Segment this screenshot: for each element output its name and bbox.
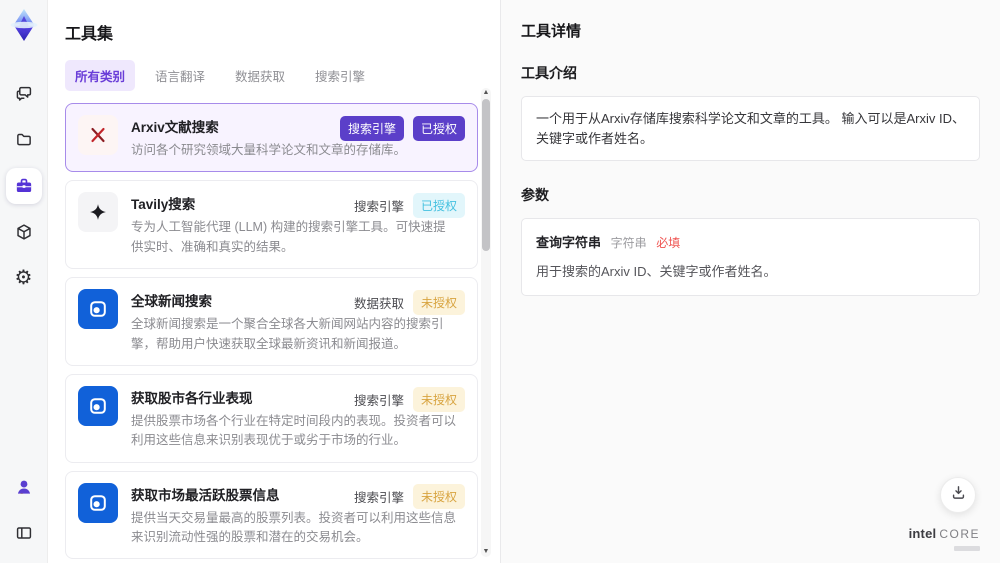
status-badge: 未授权	[412, 386, 465, 412]
blue-search-icon	[78, 385, 118, 426]
cube-icon	[13, 221, 35, 243]
tool-card[interactable]: Arxiv文献搜索 访问各个研究领域大量科学论文和文章的存储库。 搜索引擎 已授权	[65, 103, 478, 173]
param-box: 查询字符串 字符串 必填 用于搜索的Arxiv ID、关键字或作者姓名。	[521, 218, 980, 296]
sidebar-item-files[interactable]	[6, 122, 42, 158]
sidebar-item-settings[interactable]: ⚙	[6, 260, 42, 296]
tool-icon	[78, 289, 118, 330]
collapse-panel-icon	[13, 522, 35, 544]
scroll-up-icon[interactable]: ▲	[481, 89, 491, 97]
gear-icon: ⚙	[14, 267, 33, 289]
list-scrollbar[interactable]: ▲ ▼	[481, 88, 491, 557]
tool-icon	[78, 482, 118, 523]
download-button[interactable]	[940, 477, 976, 513]
tool-detail-panel: 工具详情 工具介绍 一个用于从Arxiv存储库搜索科学论文和文章的工具。 输入可…	[500, 0, 1000, 563]
blue-search-icon	[78, 289, 118, 330]
tool-cards: Arxiv文献搜索 访问各个研究领域大量科学论文和文章的存储库。 搜索引擎 已授权…	[65, 103, 478, 563]
status-badge: 已授权	[412, 193, 465, 219]
toolbox-icon	[13, 175, 35, 197]
tool-description: 访问各个研究领域大量科学论文和文章的存储库。	[131, 143, 407, 157]
download-icon	[949, 483, 968, 507]
arxiv-icon	[78, 115, 118, 155]
param-type: 字符串	[610, 236, 647, 250]
sidebar-item-toolbox[interactable]	[5, 168, 42, 204]
scrollbar-thumb[interactable]	[482, 99, 490, 251]
tool-description: 提供当天交易量最高的股票列表。投资者可以利用这些信息来识别流动性强的股票和潜在的…	[131, 510, 457, 544]
param-required-badge: 必填	[656, 236, 681, 250]
category-label: 数据获取	[353, 297, 404, 312]
intro-heading: 工具介绍	[521, 65, 577, 81]
tool-card[interactable]: 获取股市各行业表现 提供股票市场各个行业在特定时间段内的表现。投资者可以利用这些…	[65, 373, 478, 463]
app-logo	[7, 8, 41, 42]
sidebar-item-collapse[interactable]	[6, 515, 42, 551]
sidebar-item-packages[interactable]	[6, 214, 42, 250]
status-badge: 未授权	[412, 483, 465, 509]
category-label: 搜索引擎	[353, 490, 404, 505]
page-title: 工具集	[65, 26, 114, 43]
folder-icon	[13, 129, 35, 151]
param-head: 查询字符串 字符串 必填	[536, 233, 965, 253]
sidebar-item-account[interactable]	[6, 469, 42, 505]
blue-search-icon	[78, 482, 118, 523]
sidebar-rail: ⚙	[0, 0, 48, 563]
tool-icon	[78, 115, 118, 155]
tab-0[interactable]: 所有类别	[65, 60, 136, 91]
status-badge: 未授权	[412, 290, 465, 316]
tool-badges: 搜索引擎 未授权	[353, 386, 465, 412]
tool-badges: 搜索引擎 已授权	[339, 116, 465, 141]
intel-core-sub-badge	[954, 546, 980, 551]
tool-description: 提供股票市场各个行业在特定时间段内的表现。投资者可以利用这些信息来识别表现优于或…	[131, 413, 457, 448]
tab-3[interactable]: 搜索引擎	[305, 60, 375, 91]
tool-card[interactable]: Tavily搜索 专为人工智能代理 (LLM) 构建的搜索引擎工具。可快速提供实…	[65, 180, 478, 270]
intro-box: 一个用于从Arxiv存储库搜索科学论文和文章的工具。 输入可以是Arxiv ID…	[521, 96, 980, 161]
status-badge: 已授权	[412, 116, 465, 141]
sidebar-item-chat[interactable]	[6, 76, 42, 112]
tool-icon	[78, 192, 118, 233]
app-window: ⚙ 工具集 所有类别 语言翻译 数据获取 搜索引擎 Arxiv文献搜索 访问各个…	[0, 0, 1000, 563]
category-tabs: 所有类别 语言翻译 数据获取 搜索引擎	[65, 60, 474, 91]
param-description: 用于搜索的Arxiv ID、关键字或作者姓名。	[536, 263, 777, 279]
core-wordmark: CORE	[939, 527, 980, 542]
tool-card[interactable]: 全球新闻搜索 全球新闻搜索是一个聚合全球各大新闻网站内容的搜索引擎，帮助用户快速…	[65, 277, 478, 366]
tool-badges: 数据获取 未授权	[353, 290, 465, 316]
tab-2[interactable]: 数据获取	[225, 60, 295, 91]
tool-description: 全球新闻搜索是一个聚合全球各大新闻网站内容的搜索引擎，帮助用户快速获取全球最新资…	[131, 317, 444, 351]
params-heading: 参数	[521, 187, 549, 203]
chat-icon	[13, 83, 35, 105]
tool-card[interactable]: 获取市场最活跃股票信息 提供当天交易量最高的股票列表。投资者可以利用这些信息来识…	[65, 470, 478, 560]
detail-title: 工具详情	[521, 23, 582, 40]
tab-1[interactable]: 语言翻译	[145, 60, 215, 91]
tool-icon	[78, 385, 118, 426]
intel-core-logo: intel CORE	[909, 525, 980, 551]
category-badge: 搜索引擎	[339, 116, 404, 141]
category-label: 搜索引擎	[353, 393, 404, 408]
intel-wordmark: intel	[908, 526, 937, 542]
tavily-star-icon	[78, 192, 118, 233]
tool-description: 专为人工智能代理 (LLM) 构建的搜索引擎工具。可快速提供实时、准确和真实的结…	[131, 220, 446, 254]
tool-badges: 搜索引擎 未授权	[353, 483, 465, 509]
avatar-icon	[13, 476, 35, 498]
scroll-down-icon[interactable]: ▼	[481, 548, 491, 556]
tool-badges: 搜索引擎 已授权	[353, 193, 465, 219]
param-name: 查询字符串	[536, 235, 602, 250]
category-label: 搜索引擎	[353, 200, 404, 215]
tool-list-panel: 工具集 所有类别 语言翻译 数据获取 搜索引擎 Arxiv文献搜索 访问各个研究领域大…	[48, 0, 500, 563]
